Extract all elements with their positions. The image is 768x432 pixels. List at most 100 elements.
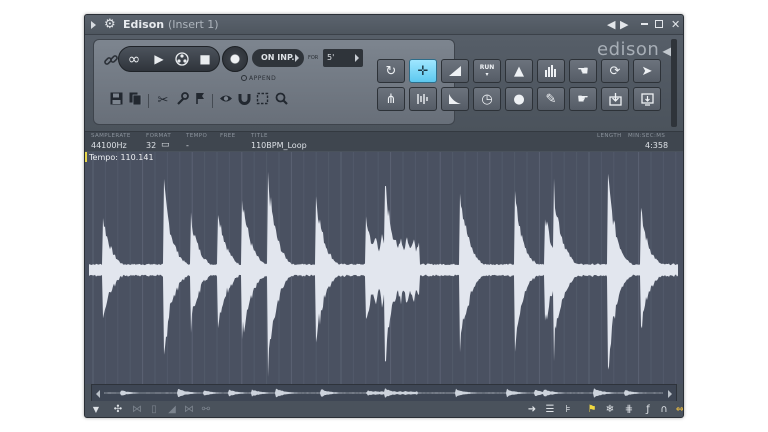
menu-arrow-icon[interactable]: ▼ bbox=[89, 403, 103, 417]
crosshair-wave-icon: ✛ bbox=[417, 63, 429, 79]
cursor-icon: ➤ bbox=[641, 63, 653, 79]
maximize-icon[interactable] bbox=[655, 20, 663, 28]
scroll-right-icon[interactable] bbox=[668, 390, 672, 398]
append-radio-icon[interactable] bbox=[241, 75, 247, 81]
drag-sample-button[interactable]: ☛ bbox=[569, 87, 597, 111]
wrench-icon[interactable] bbox=[174, 92, 190, 110]
scrub-icon[interactable] bbox=[170, 46, 194, 72]
chevron-right-icon bbox=[355, 54, 359, 62]
select-all-icon[interactable] bbox=[254, 92, 270, 110]
yellow-flag-icon[interactable]: ⚑ bbox=[585, 403, 599, 417]
prev-arrow-icon[interactable]: ◀ bbox=[607, 18, 615, 31]
trim-right-icon[interactable]: ⋈ bbox=[182, 403, 196, 417]
next-arrow-icon[interactable]: ▶ bbox=[620, 18, 628, 31]
edison-logo: edison ◀ bbox=[597, 39, 672, 60]
overview-waveform[interactable] bbox=[104, 385, 664, 401]
view-mode-button[interactable]: ✛ bbox=[409, 59, 437, 83]
cursor-button[interactable]: ➤ bbox=[633, 59, 661, 83]
export-button[interactable] bbox=[633, 87, 661, 111]
pen-button[interactable]: ✎ bbox=[537, 87, 565, 111]
waveform-view[interactable]: Tempo: 110.141 bbox=[85, 152, 683, 384]
scale-icon[interactable]: ⋕ bbox=[622, 403, 636, 417]
slice-icon bbox=[417, 94, 428, 104]
collapse-arrow-icon[interactable] bbox=[91, 21, 96, 29]
function-icon[interactable]: ƒ bbox=[641, 403, 655, 417]
split-icon: ⋔ bbox=[385, 91, 397, 107]
marker-drag-button[interactable]: ☚ bbox=[569, 59, 597, 83]
record-button[interactable] bbox=[222, 46, 248, 72]
eye-icon[interactable] bbox=[218, 92, 234, 110]
time-button[interactable]: ◷ bbox=[473, 87, 501, 111]
waveform-graphic[interactable] bbox=[85, 152, 683, 384]
fade-out-button[interactable] bbox=[441, 87, 469, 111]
split-button[interactable]: ⋔ bbox=[377, 87, 405, 111]
title-value[interactable]: 110BPM_Loop bbox=[251, 141, 307, 150]
swap-arrows-icon[interactable]: ⇔ bbox=[673, 403, 683, 417]
rocket-button[interactable]: ▲ bbox=[505, 59, 533, 83]
length-unit-label: MIN:SEC:MS bbox=[628, 133, 666, 139]
align-icon[interactable]: ⊧ bbox=[561, 403, 575, 417]
trim-left-icon[interactable]: ⋈ bbox=[130, 403, 144, 417]
fade-in-icon bbox=[449, 66, 461, 76]
fade-icon[interactable]: ◢ bbox=[165, 403, 179, 417]
close-icon[interactable]: ✕ bbox=[671, 18, 680, 31]
loop-refresh-button[interactable]: ⟳ bbox=[601, 59, 629, 83]
run-script-button[interactable]: RUN ▾ bbox=[473, 59, 501, 83]
waveform-path[interactable] bbox=[89, 171, 678, 378]
slice-button[interactable] bbox=[409, 87, 437, 111]
window-title: Edison (Insert 1) bbox=[123, 18, 219, 31]
samplerate-value[interactable]: 44100Hz bbox=[91, 141, 127, 150]
append-toggle[interactable]: APPEND bbox=[241, 75, 276, 82]
drop-button[interactable]: ● bbox=[505, 87, 533, 111]
tempo-value[interactable]: - bbox=[186, 141, 189, 150]
audio-icon[interactable]: ✣ bbox=[111, 403, 125, 417]
on-input-select[interactable]: ON INP.. bbox=[252, 49, 304, 67]
edison-window: ⚙ Edison (Insert 1) ◀ ▶ ✕ ∞ ▶ ■ APPEND O… bbox=[84, 14, 684, 418]
zoom-icon[interactable] bbox=[273, 92, 289, 110]
save-to-button[interactable] bbox=[601, 87, 629, 111]
for-duration-value: 5' bbox=[327, 53, 335, 62]
for-duration-select[interactable]: 5' bbox=[323, 49, 363, 67]
separator bbox=[212, 94, 213, 108]
link-small-icon[interactable]: ⚯ bbox=[199, 403, 213, 417]
flag-icon[interactable] bbox=[192, 92, 208, 110]
minimize-icon[interactable] bbox=[641, 23, 648, 25]
rocket-icon: ▲ bbox=[514, 63, 524, 79]
toolbar-scrollbar[interactable] bbox=[671, 39, 677, 127]
loop-icon[interactable]: ∞ bbox=[122, 46, 146, 72]
info-bar: SAMPLERATE 44100Hz FORMAT 32 ▭ TEMPO - F… bbox=[85, 131, 683, 151]
gear-icon[interactable]: ⚙ bbox=[104, 18, 118, 32]
feather-icon: ✎ bbox=[545, 91, 557, 107]
stop-icon[interactable]: ■ bbox=[193, 46, 217, 72]
title-label: TITLE bbox=[251, 133, 268, 139]
window-title-text: Edison bbox=[123, 18, 165, 31]
trim-icon[interactable]: ▯ bbox=[147, 403, 161, 417]
overview-scrollbar[interactable] bbox=[91, 384, 677, 402]
fade-in-button[interactable] bbox=[441, 59, 469, 83]
format-value[interactable]: 32 bbox=[146, 141, 156, 150]
scissors-icon[interactable]: ✂ bbox=[155, 92, 171, 110]
hand-flag-icon: ☚ bbox=[577, 63, 589, 79]
magnet-icon[interactable] bbox=[236, 92, 252, 110]
spectrum-button[interactable] bbox=[537, 59, 565, 83]
bottom-toolbar: ▼ ✣ ⋈ ▯ ◢ ⋈ ⚯ ➜ ☰ ⊧ ⚑ ❄ ⋕ ƒ ∩ ⇔ bbox=[85, 401, 683, 417]
headphones-icon[interactable]: ∩ bbox=[657, 403, 671, 417]
run-icon: RUN ▾ bbox=[479, 64, 495, 78]
snowflake-icon[interactable]: ❄ bbox=[603, 403, 617, 417]
calendar-icon[interactable]: ▭ bbox=[161, 140, 170, 150]
append-label: APPEND bbox=[249, 75, 277, 82]
play-icon[interactable]: ▶ bbox=[147, 46, 171, 72]
link-icon[interactable] bbox=[103, 52, 119, 68]
samplerate-label: SAMPLERATE bbox=[91, 133, 131, 139]
length-label: LENGTH bbox=[597, 133, 622, 139]
overview-waveform-path bbox=[104, 388, 663, 398]
scroll-left-icon[interactable] bbox=[96, 390, 100, 398]
reload-button[interactable]: ↻ bbox=[377, 59, 405, 83]
loop-arrows-icon: ⟳ bbox=[609, 63, 621, 79]
save-icon[interactable] bbox=[108, 92, 124, 110]
send-arrow-icon[interactable]: ➜ bbox=[525, 403, 539, 417]
list-icon[interactable]: ☰ bbox=[543, 403, 557, 417]
copy-icon[interactable] bbox=[127, 92, 143, 110]
tempo-marker[interactable] bbox=[85, 152, 87, 162]
title-bar[interactable]: ⚙ Edison (Insert 1) ◀ ▶ ✕ bbox=[85, 15, 683, 35]
